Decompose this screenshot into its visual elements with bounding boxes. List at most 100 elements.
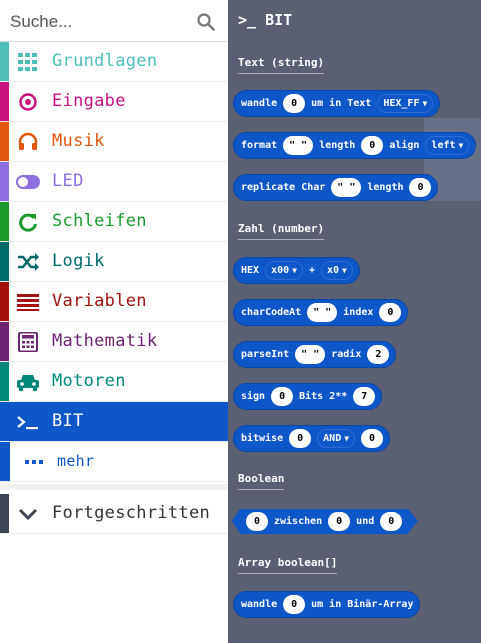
category-bit[interactable]: BIT [0, 402, 228, 442]
block-text: HEX [241, 265, 260, 276]
toggle-icon [16, 175, 40, 189]
block-body: 0 zwischen 0 und 0 [240, 509, 408, 534]
number-input[interactable]: 0 [409, 178, 432, 197]
category-label: Mathematik [52, 331, 158, 351]
category-fortgeschritten[interactable]: Fortgeschritten [0, 494, 228, 534]
category-label: Motoren [52, 371, 126, 391]
number-input[interactable]: 0 [361, 429, 384, 448]
number-input[interactable]: 7 [353, 387, 376, 406]
block-text: zwischen [274, 516, 323, 527]
category-label: Musik [52, 131, 105, 151]
block-text: wandle [241, 599, 278, 610]
string-input[interactable]: " " [307, 303, 338, 322]
category-schleifen[interactable]: Schleifen [0, 202, 228, 242]
target-icon [19, 93, 37, 111]
dropdown-value: x00 [271, 265, 290, 276]
block-wandle-text[interactable]: wandle 0 um in Text HEX_FF ▼ [233, 90, 441, 117]
block-text: charCodeAt [241, 307, 302, 318]
block-text: um in Text [311, 98, 372, 109]
block-flyout: >_ BIT Text (string) wandle 0 um in Text… [228, 0, 481, 643]
block-text: und [356, 516, 375, 527]
category-variablen[interactable]: Variablen [0, 282, 228, 322]
caret-down-icon: ▼ [292, 266, 297, 275]
block-text: length [367, 182, 404, 193]
category-musik[interactable]: Musik [0, 122, 228, 162]
grid-icon [18, 53, 37, 71]
search-input[interactable] [10, 9, 190, 35]
block-replicate-char[interactable]: replicate Char " " length 0 [233, 174, 439, 201]
number-input[interactable]: 0 [328, 512, 351, 531]
toolbox-sidebar: Grundlagen Eingabe Musik LED Schl [0, 0, 228, 643]
category-color-stripe [0, 494, 9, 533]
block-text: format [241, 140, 278, 151]
terminal-icon [17, 416, 38, 430]
category-eingabe[interactable]: Eingabe [0, 82, 228, 122]
number-input[interactable]: 2 [367, 345, 390, 364]
category-color-stripe [0, 82, 9, 121]
string-input[interactable]: " " [283, 136, 314, 155]
car-icon [17, 375, 39, 391]
category-logik[interactable]: Logik [0, 242, 228, 282]
hex-low-dropdown[interactable]: x0 ▼ [320, 261, 353, 280]
lines-icon [17, 294, 39, 311]
category-label: Logik [52, 251, 105, 271]
category-color-stripe [0, 362, 9, 401]
dropdown-value: x0 [326, 265, 340, 276]
number-input[interactable]: 0 [246, 512, 268, 531]
category-mehr[interactable]: mehr [0, 442, 228, 482]
category-mathematik[interactable]: Mathematik [0, 322, 228, 362]
number-input[interactable]: 0 [379, 303, 402, 322]
block-sign[interactable]: sign 0 Bits 2** 7 [233, 383, 383, 410]
block-text: wandle [241, 98, 278, 109]
block-text: Bits 2** [299, 391, 348, 402]
category-led[interactable]: LED [0, 162, 228, 202]
section-label-boolean: Boolean [238, 472, 285, 490]
number-input[interactable]: 0 [289, 429, 312, 448]
block-text: sign [241, 391, 266, 402]
block-hexagon-right [408, 509, 418, 533]
dropdown-value: left [431, 140, 456, 151]
chevron-down-icon [18, 508, 38, 521]
block-text: replicate Char [241, 182, 326, 193]
category-label: Eingabe [52, 91, 126, 111]
calculator-icon [18, 332, 38, 352]
category-color-stripe [0, 162, 9, 201]
dropdown-value: HEX_FF [383, 98, 420, 109]
hex-high-dropdown[interactable]: x00 ▼ [265, 261, 303, 280]
category-label: mehr [57, 452, 95, 470]
number-input[interactable]: 0 [271, 387, 294, 406]
block-format[interactable]: format " " length 0 align left ▼ [233, 132, 477, 159]
format-dropdown[interactable]: HEX_FF ▼ [377, 94, 434, 113]
headphones-icon [18, 132, 38, 150]
category-label: Grundlagen [52, 51, 158, 71]
number-input[interactable]: 0 [380, 512, 403, 531]
category-color-stripe [0, 322, 9, 361]
flyout-title-label: BIT [265, 11, 293, 29]
number-input[interactable]: 0 [361, 136, 384, 155]
block-text: um in Binär-Array [311, 599, 414, 610]
category-color-stripe [0, 242, 9, 281]
section-label-text: Text (string) [238, 56, 325, 74]
string-input[interactable]: " " [331, 178, 362, 197]
block-wandle-binaer-array[interactable]: wandle 0 um in Binär-Array [233, 591, 421, 618]
category-motoren[interactable]: Motoren [0, 362, 228, 402]
operator-dropdown[interactable]: AND ▼ [317, 429, 356, 448]
block-bitwise[interactable]: bitwise 0 AND ▼ 0 [233, 425, 391, 452]
align-dropdown[interactable]: left ▼ [425, 136, 470, 155]
number-input[interactable]: 0 [283, 94, 306, 113]
block-text: bitwise [241, 433, 284, 444]
category-color-stripe [0, 122, 9, 161]
block-text: index [343, 307, 374, 318]
block-parseint[interactable]: parseInt " " radix 2 [233, 341, 397, 368]
category-label: Variablen [52, 291, 147, 311]
search-icon[interactable] [196, 12, 216, 32]
block-hex[interactable]: HEX x00 ▼ + x0 ▼ [233, 257, 360, 284]
category-divider [0, 484, 228, 490]
category-label: Schleifen [52, 211, 147, 231]
category-label: LED [52, 171, 84, 191]
block-charcodeat[interactable]: charCodeAt " " index 0 [233, 299, 409, 326]
string-input[interactable]: " " [295, 345, 326, 364]
category-grundlagen[interactable]: Grundlagen [0, 42, 228, 82]
number-input[interactable]: 0 [283, 595, 306, 614]
caret-down-icon: ▼ [422, 99, 428, 108]
